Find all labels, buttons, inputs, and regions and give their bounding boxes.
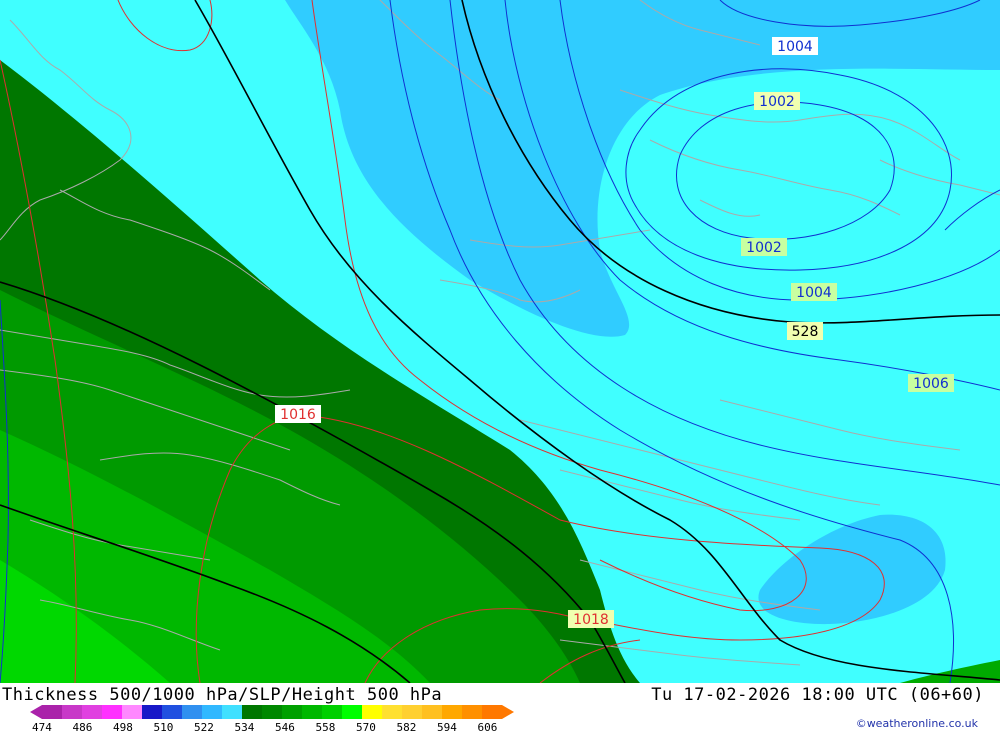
scale-swatch: [362, 705, 382, 719]
label-height-528: 528: [787, 322, 823, 340]
label-slp-1004-top: 1004: [772, 37, 818, 55]
scale-swatch: [82, 705, 102, 719]
credit-link[interactable]: ©weatheronline.co.uk: [856, 717, 978, 730]
scale-swatch: [402, 705, 422, 719]
scale-swatch: [342, 705, 362, 719]
scale-label: 498: [113, 721, 133, 734]
color-scale: [30, 705, 514, 721]
label-slp-1006: 1006: [908, 374, 954, 392]
svg-text:1004: 1004: [796, 285, 832, 301]
scale-label: 594: [437, 721, 457, 734]
scale-label: 522: [194, 721, 214, 734]
scale-swatch: [162, 705, 182, 719]
svg-text:1002: 1002: [746, 240, 782, 256]
scale-arrow-right: [502, 705, 514, 719]
scale-swatch: [122, 705, 142, 719]
scale-label: 486: [72, 721, 93, 734]
svg-text:1018: 1018: [573, 612, 609, 628]
scale-swatch: [462, 705, 482, 719]
scale-swatch: [482, 705, 502, 719]
svg-text:1006: 1006: [913, 376, 949, 392]
scale-swatch: [302, 705, 322, 719]
scale-swatch: [442, 705, 462, 719]
svg-text:528: 528: [792, 324, 819, 340]
scale-swatch: [222, 705, 242, 719]
svg-text:1004: 1004: [777, 39, 813, 55]
scale-label: 558: [315, 721, 336, 734]
scale-arrow-left: [30, 705, 42, 719]
label-slp-1002-top: 1002: [754, 92, 800, 110]
scale-label: 474: [32, 721, 52, 734]
weather-map: 1004 1002 1002 1004 528 1006 1016 1018: [0, 0, 1000, 683]
scale-swatch: [282, 705, 302, 719]
scale-label: 510: [153, 721, 174, 734]
svg-text:1002: 1002: [759, 94, 795, 110]
label-slp-1018: 1018: [568, 610, 614, 628]
label-slp-1016: 1016: [275, 405, 321, 423]
scale-label: 606: [477, 721, 498, 734]
scale-swatch: [142, 705, 162, 719]
footer-bar: Thickness 500/1000 hPa/SLP/Height 500 hP…: [0, 683, 1000, 734]
scale-label: 534: [234, 721, 255, 734]
scale-swatch: [422, 705, 442, 719]
scale-swatch: [202, 705, 222, 719]
scale-swatch: [62, 705, 82, 719]
map-title: Thickness 500/1000 hPa/SLP/Height 500 hP…: [2, 685, 443, 705]
scale-swatch: [262, 705, 282, 719]
svg-text:1016: 1016: [280, 407, 316, 423]
scale-swatch: [382, 705, 402, 719]
scale-label: 546: [275, 721, 295, 734]
scale-swatch: [42, 705, 62, 719]
scale-label: 570: [356, 721, 376, 734]
label-slp-1004-mid: 1004: [791, 283, 837, 301]
color-scale-labels: 474 486 498 510 522 534 546 558 570 582 594 606: [0, 721, 520, 734]
valid-time: Tu 17-02-2026 18:00 UTC (06+60): [651, 685, 984, 705]
scale-label: 582: [396, 721, 417, 734]
scale-swatch: [182, 705, 202, 719]
scale-swatch: [322, 705, 342, 719]
label-slp-1002-mid: 1002: [741, 238, 787, 256]
scale-swatch: [242, 705, 262, 719]
scale-swatch: [102, 705, 122, 719]
